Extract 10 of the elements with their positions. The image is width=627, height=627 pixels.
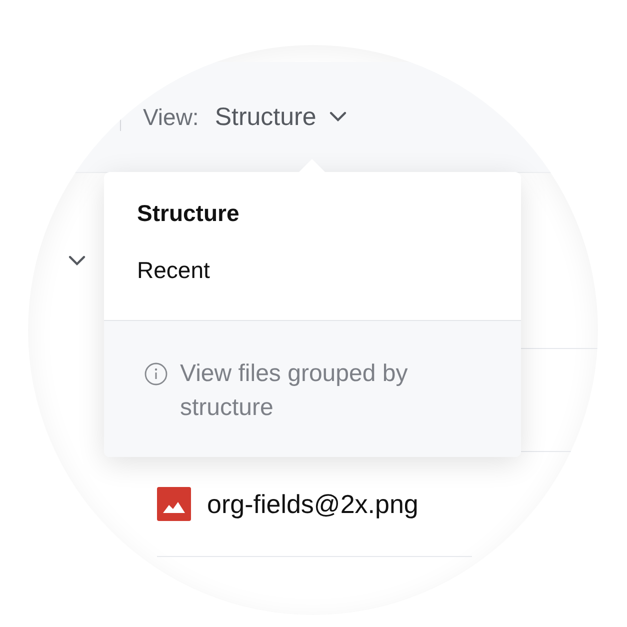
view-dropdown[interactable]: Structure xyxy=(214,102,348,132)
menu-item[interactable]: Structure xyxy=(104,190,521,247)
info-icon xyxy=(144,362,168,386)
menu-item[interactable]: Recent xyxy=(104,247,521,304)
file-name[interactable]: org-fields@2x.png xyxy=(207,488,418,520)
chevron-down-icon[interactable] xyxy=(68,254,86,266)
image-file-icon xyxy=(157,487,191,521)
view-label: View: xyxy=(143,104,199,130)
caret-icon xyxy=(328,111,348,123)
hint-text: View files grouped by structure xyxy=(180,359,409,423)
